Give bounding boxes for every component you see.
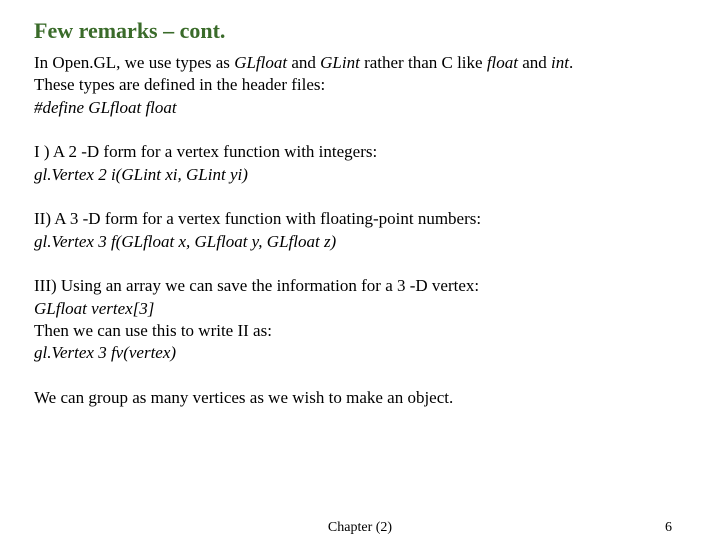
text: I ) A 2 -D form for a vertex function wi… — [34, 142, 377, 161]
code-array-decl: GLfloat vertex[3] — [34, 299, 154, 318]
type-int: int — [551, 53, 569, 72]
text: III) Using an array we can save the info… — [34, 276, 479, 295]
text: rather than C like — [360, 53, 487, 72]
type-float: float — [487, 53, 518, 72]
type-glfloat: GLfloat — [234, 53, 287, 72]
paragraph-closing: We can group as many vertices as we wish… — [34, 387, 686, 409]
type-glint: GLint — [320, 53, 360, 72]
text: Then we can use this to write II as: — [34, 321, 272, 340]
text: and — [518, 53, 551, 72]
paragraph-i: I ) A 2 -D form for a vertex function wi… — [34, 141, 686, 186]
footer-page-number: 6 — [665, 520, 672, 536]
slide: Few remarks – cont. In Open.GL, we use t… — [0, 0, 720, 540]
paragraph-ii: II) A 3 -D form for a vertex function wi… — [34, 208, 686, 253]
code-vertex3f: gl.Vertex 3 f(GLfloat x, GLfloat y, GLfl… — [34, 232, 336, 251]
code-define: #define GLfloat float — [34, 98, 177, 117]
paragraph-intro: In Open.GL, we use types as GLfloat and … — [34, 52, 686, 119]
text: . — [569, 53, 573, 72]
paragraph-iii: III) Using an array we can save the info… — [34, 275, 686, 365]
text: These types are defined in the header fi… — [34, 75, 325, 94]
code-vertex2i: gl.Vertex 2 i(GLint xi, GLint yi) — [34, 165, 248, 184]
text: and — [287, 53, 320, 72]
slide-title: Few remarks – cont. — [34, 18, 686, 44]
code-vertex3fv: gl.Vertex 3 fv(vertex) — [34, 343, 176, 362]
text: In Open.GL, we use types as — [34, 53, 234, 72]
footer-chapter: Chapter (2) — [328, 520, 392, 536]
text: II) A 3 -D form for a vertex function wi… — [34, 209, 481, 228]
